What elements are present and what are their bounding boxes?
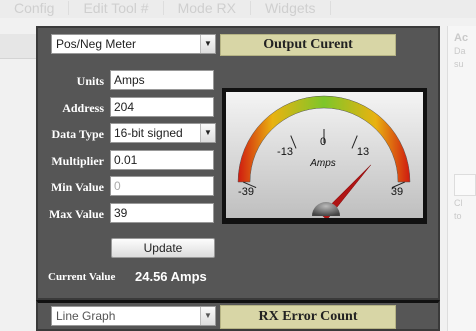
chevron-down-icon[interactable]: ▼ [200, 35, 215, 53]
gauge-tick-label-m39: -39 [238, 186, 254, 198]
widget-title: Output Curent [220, 34, 396, 56]
widget-type-select[interactable]: Pos/Neg Meter ▼ [51, 34, 216, 54]
next-widget-type-select[interactable]: Line Graph ▼ [51, 306, 216, 326]
max-value-label: Max Value [48, 207, 104, 221]
bg-tab-3[interactable]: Widgets [251, 1, 331, 15]
address-label: Address [62, 101, 104, 115]
multiplier-input[interactable]: 0.01 [110, 150, 214, 170]
chevron-down-icon[interactable]: ▼ [200, 307, 215, 325]
right-panel-desc-2: su [454, 59, 464, 69]
meter-widget-panel: Pos/Neg Meter ▼ Output Curent Units Amps… [36, 26, 440, 300]
data-type-label: Data Type [51, 127, 104, 141]
gauge-unit-label: Amps [309, 158, 336, 169]
chevron-down-icon[interactable]: ▼ [200, 124, 215, 142]
widget-type-value: Pos/Neg Meter [56, 37, 137, 51]
gauge-tick-label-13: 13 [357, 146, 369, 158]
line-graph-widget-panel: Line Graph ▼ RX Error Count [36, 300, 440, 331]
meter-gauge: -39 -13 0 13 39 Amps [222, 88, 427, 224]
right-panel-c-1: Cl [454, 198, 463, 208]
meter-gauge-face: -39 -13 0 13 39 Amps [226, 92, 423, 221]
data-type-value: 16-bit signed [114, 126, 183, 140]
address-input[interactable]: 204 [110, 97, 214, 117]
meter-gauge-svg: -39 -13 0 13 39 Amps [237, 95, 411, 221]
right-panel-desc-1: Da [454, 46, 466, 56]
gauge-tick-label-39: 39 [391, 186, 403, 198]
multiplier-label: Multiplier [51, 154, 104, 168]
right-panel-title: Ac [454, 32, 469, 44]
background-tab-bar: Config Edit Tool # Mode RX Widgets [0, 0, 476, 18]
max-value-input[interactable]: 39 [110, 203, 214, 223]
units-label: Units [76, 74, 104, 88]
min-value-input[interactable]: 0 [110, 176, 214, 196]
next-widget-title: RX Error Count [220, 305, 396, 329]
data-type-select[interactable]: 16-bit signed ▼ [110, 123, 216, 143]
current-value-label: Current Value [48, 271, 116, 283]
current-value-readout: 24.56 Amps [135, 269, 207, 284]
gauge-tick-label-0: 0 [320, 136, 326, 148]
bg-tab-1[interactable]: Edit Tool # [69, 1, 164, 15]
bg-tab-2[interactable]: Mode RX [164, 1, 251, 15]
units-input[interactable]: Amps [110, 70, 214, 90]
bg-tab-0[interactable]: Config [0, 1, 70, 15]
update-button[interactable]: Update [111, 238, 215, 258]
right-panel-control[interactable] [454, 174, 476, 196]
right-side-panel: Ac Da su Cl to [447, 26, 476, 331]
min-value-label: Min Value [50, 180, 104, 194]
gauge-tick-label-m13: -13 [277, 146, 293, 158]
next-widget-type-value: Line Graph [56, 309, 116, 323]
left-panel-strip [0, 34, 36, 59]
right-panel-c-2: to [454, 211, 462, 221]
